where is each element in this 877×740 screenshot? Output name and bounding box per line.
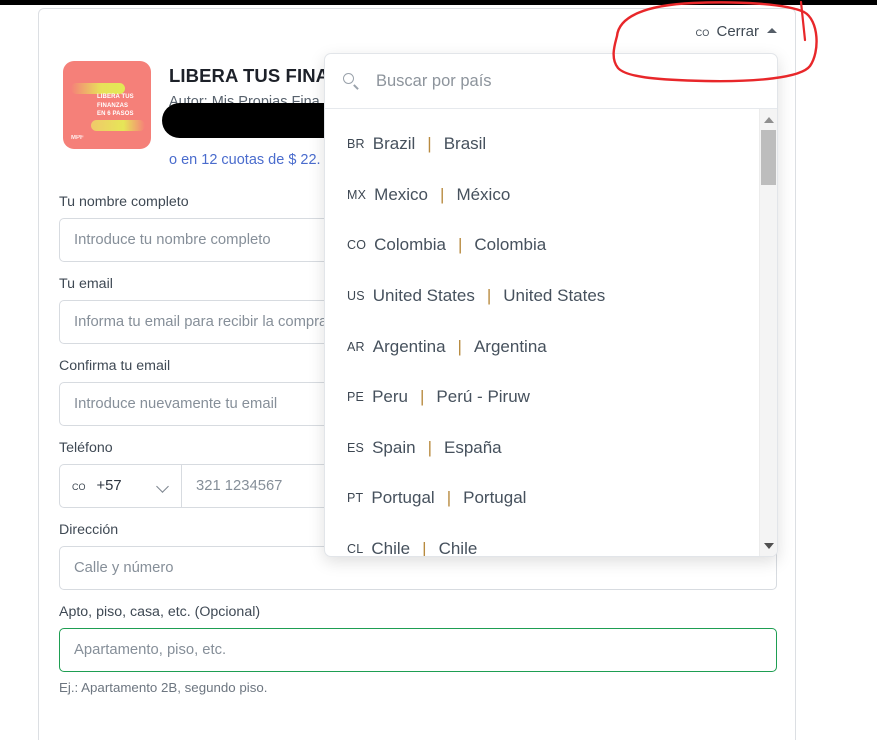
- country-name-local: México: [456, 184, 511, 204]
- apartment-input[interactable]: [59, 628, 777, 672]
- chevron-up-icon: [767, 28, 777, 33]
- country-code: MX: [347, 187, 367, 202]
- country-name-separator: |: [457, 336, 462, 356]
- country-list-item[interactable]: PT Portugal | Portugal: [325, 473, 759, 524]
- thumb-logo: MPF: [71, 135, 84, 141]
- country-list-item[interactable]: CL Chile | Chile: [325, 524, 759, 556]
- country-name-separator: |: [427, 437, 432, 457]
- apartment-label: Apto, piso, casa, etc. (Opcional): [59, 604, 261, 620]
- country-name-en: Chile: [371, 539, 411, 556]
- product-summary: LIBERA TUS FINANZAS EN 6 PASOS MPF LIBER…: [63, 61, 401, 168]
- phone-country-code: co: [72, 479, 86, 493]
- thumb-title-line-3: EN 6 PASOS: [97, 111, 134, 117]
- country-list-item[interactable]: ES Spain | España: [325, 423, 759, 474]
- product-installments: o en 12 cuotas de $ 22.: [169, 152, 321, 168]
- country-list-wrap: BR Brazil | Brasil MX Mexico | México CO Colombia…: [325, 109, 777, 556]
- apartment-hint: Ej.: Apartamento 2B, segundo piso.: [59, 680, 268, 695]
- country-list[interactable]: BR Brazil | Brasil MX Mexico | México CO Colombia…: [325, 109, 759, 556]
- country-code: ES: [347, 440, 365, 455]
- country-list-item[interactable]: MX Mexico | México: [325, 170, 759, 221]
- country-name-en: Peru: [372, 387, 408, 407]
- country-name-local: Brasil: [443, 134, 487, 154]
- country-name-local: Perú - Piruw: [436, 387, 530, 407]
- country-search-row: [325, 54, 777, 109]
- scroll-down-arrow-icon[interactable]: [760, 537, 777, 554]
- scroll-up-arrow-icon[interactable]: [760, 111, 777, 128]
- country-name-en: Mexico: [374, 184, 429, 204]
- field-apartment: Apto, piso, casa, etc. (Opcional) Ej.: A…: [59, 604, 777, 695]
- country-code: AR: [347, 339, 365, 354]
- country-list-scrollbar[interactable]: [759, 109, 777, 556]
- country-name-separator: |: [420, 387, 425, 407]
- country-name-separator: |: [457, 235, 463, 255]
- country-name-en: Portugal: [371, 488, 435, 508]
- search-icon: [343, 72, 360, 90]
- country-name-separator: |: [422, 539, 427, 556]
- country-list-item[interactable]: AR Argentina | Argentina: [325, 321, 759, 372]
- country-code: US: [347, 289, 365, 304]
- country-name-local: United States: [503, 286, 606, 306]
- country-name-local: Argentina: [473, 336, 547, 356]
- thumb-accent-bar-bottom: [91, 120, 145, 131]
- scroll-up-triangle: [763, 116, 774, 123]
- country-name-local: España: [443, 437, 502, 457]
- country-name-en: Brazil: [372, 134, 416, 154]
- product-title: LIBERA TUS FINA: [169, 65, 330, 86]
- close-label: Cerrar: [716, 23, 759, 40]
- product-thumbnail: LIBERA TUS FINANZAS EN 6 PASOS MPF: [63, 61, 151, 149]
- country-name-en: United States: [372, 286, 475, 306]
- thumb-title-line-1: LIBERA TUS: [97, 94, 134, 100]
- country-name-separator: |: [446, 488, 452, 508]
- country-list-item[interactable]: US United States | United States: [325, 271, 759, 322]
- phone-dial-code: +57: [96, 478, 122, 494]
- country-name-en: Spain: [372, 437, 416, 457]
- country-name-separator: |: [486, 286, 492, 306]
- country-name-en: Colombia: [374, 235, 446, 255]
- country-search-input[interactable]: [374, 70, 759, 92]
- checkout-page: co Cerrar LIBERA TUS FINANZAS EN 6 PASOS…: [0, 0, 877, 740]
- country-name-local: Portugal: [463, 488, 527, 508]
- country-list-item[interactable]: BR Brazil | Brasil: [325, 119, 759, 170]
- country-name-separator: |: [440, 184, 445, 204]
- country-dropdown-panel: BR Brazil | Brasil MX Mexico | México CO Colombia…: [324, 53, 778, 557]
- thumb-title: LIBERA TUS FINANZAS EN 6 PASOS: [97, 93, 145, 119]
- phone-country-select[interactable]: co +57: [59, 464, 181, 508]
- country-list-item[interactable]: PE Peru | Perú - Piruw: [325, 372, 759, 423]
- chevron-down-icon: [158, 481, 169, 492]
- scrollbar-thumb[interactable]: [761, 130, 776, 185]
- selected-country-code: co: [695, 24, 710, 39]
- country-name-separator: |: [427, 134, 432, 154]
- country-code: PE: [347, 390, 365, 405]
- country-name-local: Colombia: [474, 235, 547, 255]
- country-code: PT: [347, 491, 364, 506]
- country-name-en: Argentina: [372, 336, 446, 356]
- close-country-selector[interactable]: co Cerrar: [696, 23, 777, 40]
- country-code: CL: [347, 542, 364, 556]
- top-black-bar: [0, 0, 877, 5]
- country-list-item[interactable]: CO Colombia | Colombia: [325, 220, 759, 271]
- thumb-title-line-2: FINANZAS: [97, 102, 129, 109]
- country-name-local: Chile: [438, 539, 478, 556]
- scroll-down-triangle: [763, 542, 774, 549]
- country-code: BR: [347, 137, 365, 152]
- product-info: LIBERA TUS FINA Autor: Mis Propias Fina …: [162, 61, 401, 168]
- country-code: CO: [347, 238, 367, 253]
